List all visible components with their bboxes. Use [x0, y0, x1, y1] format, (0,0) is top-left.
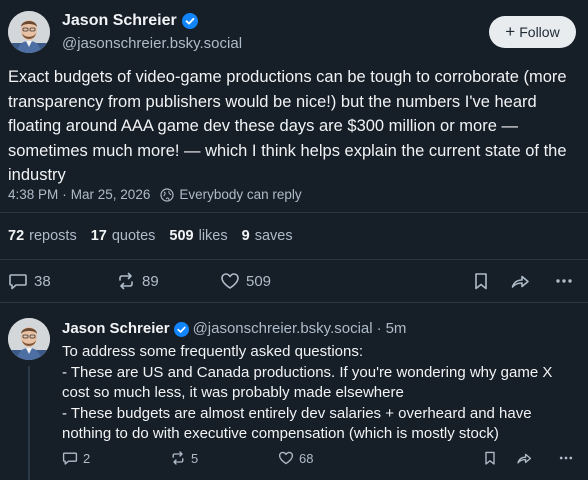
divider: [0, 212, 588, 213]
reply-like-button[interactable]: 68: [278, 448, 313, 468]
repost-icon: [172, 451, 184, 465]
reply-author-name[interactable]: Jason Schreier: [62, 319, 170, 339]
post-time: 4:38 PM: [8, 187, 59, 202]
bookmark-icon: [485, 451, 495, 465]
plus-icon: +: [505, 22, 516, 41]
quotes-stat[interactable]: 17 quotes: [91, 227, 156, 245]
reply-reply-button[interactable]: 2: [62, 448, 90, 468]
quotes-label: quotes: [111, 228, 156, 244]
reply-avatar[interactable]: [8, 318, 50, 360]
reply-author-handle[interactable]: @jasonschreier.bsky.social: [193, 320, 373, 338]
repost-icon: [119, 272, 133, 290]
reply-button[interactable]: 38: [8, 269, 51, 293]
reply-repost-button[interactable]: 5: [170, 448, 198, 468]
author-name[interactable]: Jason Schreier: [62, 11, 177, 31]
author-row: Jason Schreier: [62, 11, 198, 31]
divider: [0, 302, 588, 303]
bluesky-thread: Jason Schreier @jasonschreier.bsky.socia…: [0, 0, 588, 480]
saves-label: saves: [254, 228, 293, 244]
likes-stat[interactable]: 509 likes: [169, 227, 227, 245]
reply-like-count: 68: [299, 450, 314, 466]
more-options-button[interactable]: [554, 269, 580, 293]
avatar[interactable]: [8, 11, 50, 53]
post-text: Exact budgets of video-game productions …: [8, 68, 567, 184]
reply-count: 38: [34, 272, 51, 290]
reply-time[interactable]: 5m: [386, 320, 407, 338]
like-button[interactable]: 509: [220, 269, 271, 293]
reply-share-button[interactable]: [516, 448, 537, 468]
follow-button[interactable]: + Follow: [489, 16, 576, 48]
verified-badge-icon: [181, 13, 198, 29]
post-actions: 38 89 509: [0, 269, 588, 293]
reply-setting[interactable]: Everybody can reply: [179, 186, 301, 204]
reply-line: - These are US and Canada productions. I…: [62, 363, 553, 402]
repost-count: 89: [142, 272, 159, 290]
author-handle[interactable]: @jasonschreier.bsky.social: [62, 35, 242, 53]
reply-more-options-button[interactable]: [558, 448, 579, 468]
likes-label: likes: [198, 228, 228, 244]
reply-icon: [9, 274, 27, 290]
saves-stat[interactable]: 9 saves: [242, 227, 293, 245]
reply-dot: ·: [376, 320, 382, 337]
reposts-count: 72: [8, 228, 25, 244]
reply-repost-count: 5: [191, 450, 199, 466]
share-icon: [517, 453, 532, 464]
post-meta: 4:38 PM · Mar 25, 2026 Everybody can rep…: [8, 186, 302, 204]
repost-button[interactable]: 89: [116, 269, 159, 293]
reply-line: To address some frequently asked questio…: [62, 343, 364, 360]
likes-count: 509: [169, 228, 194, 244]
reply-icon: [62, 452, 78, 465]
divider: [0, 259, 588, 260]
reply-actions: 2 5 68: [0, 448, 588, 468]
heart-icon: [278, 451, 294, 465]
reposts-label: reposts: [29, 228, 77, 244]
reply-header: Jason Schreier @jasonschreier.bsky.socia…: [62, 319, 406, 339]
share-icon: [511, 275, 529, 288]
bookmark-icon: [475, 273, 487, 290]
heart-icon: [221, 273, 239, 289]
post-date: Mar 25, 2026: [70, 187, 151, 202]
reply-reply-count: 2: [83, 450, 91, 466]
verified-badge-icon: [173, 321, 189, 337]
more-icon: [559, 456, 573, 460]
meta-separator: ·: [62, 187, 67, 202]
reposts-stat[interactable]: 72 reposts: [8, 227, 77, 245]
more-icon: [556, 279, 572, 283]
share-button[interactable]: [510, 269, 536, 293]
like-count: 509: [246, 272, 272, 290]
saves-count: 9: [241, 228, 250, 244]
quotes-count: 17: [90, 228, 107, 244]
bookmark-button[interactable]: [471, 269, 497, 293]
reply-line: - These budgets are almost entirely dev …: [62, 404, 532, 443]
globe-icon: [160, 188, 174, 202]
reply-text: To address some frequently asked questio…: [62, 342, 584, 445]
engagement-stats: 72 reposts 17 quotes 509 likes 9 saves: [8, 227, 307, 245]
reply-bookmark-button[interactable]: [482, 448, 503, 468]
follow-label: Follow: [519, 24, 560, 40]
